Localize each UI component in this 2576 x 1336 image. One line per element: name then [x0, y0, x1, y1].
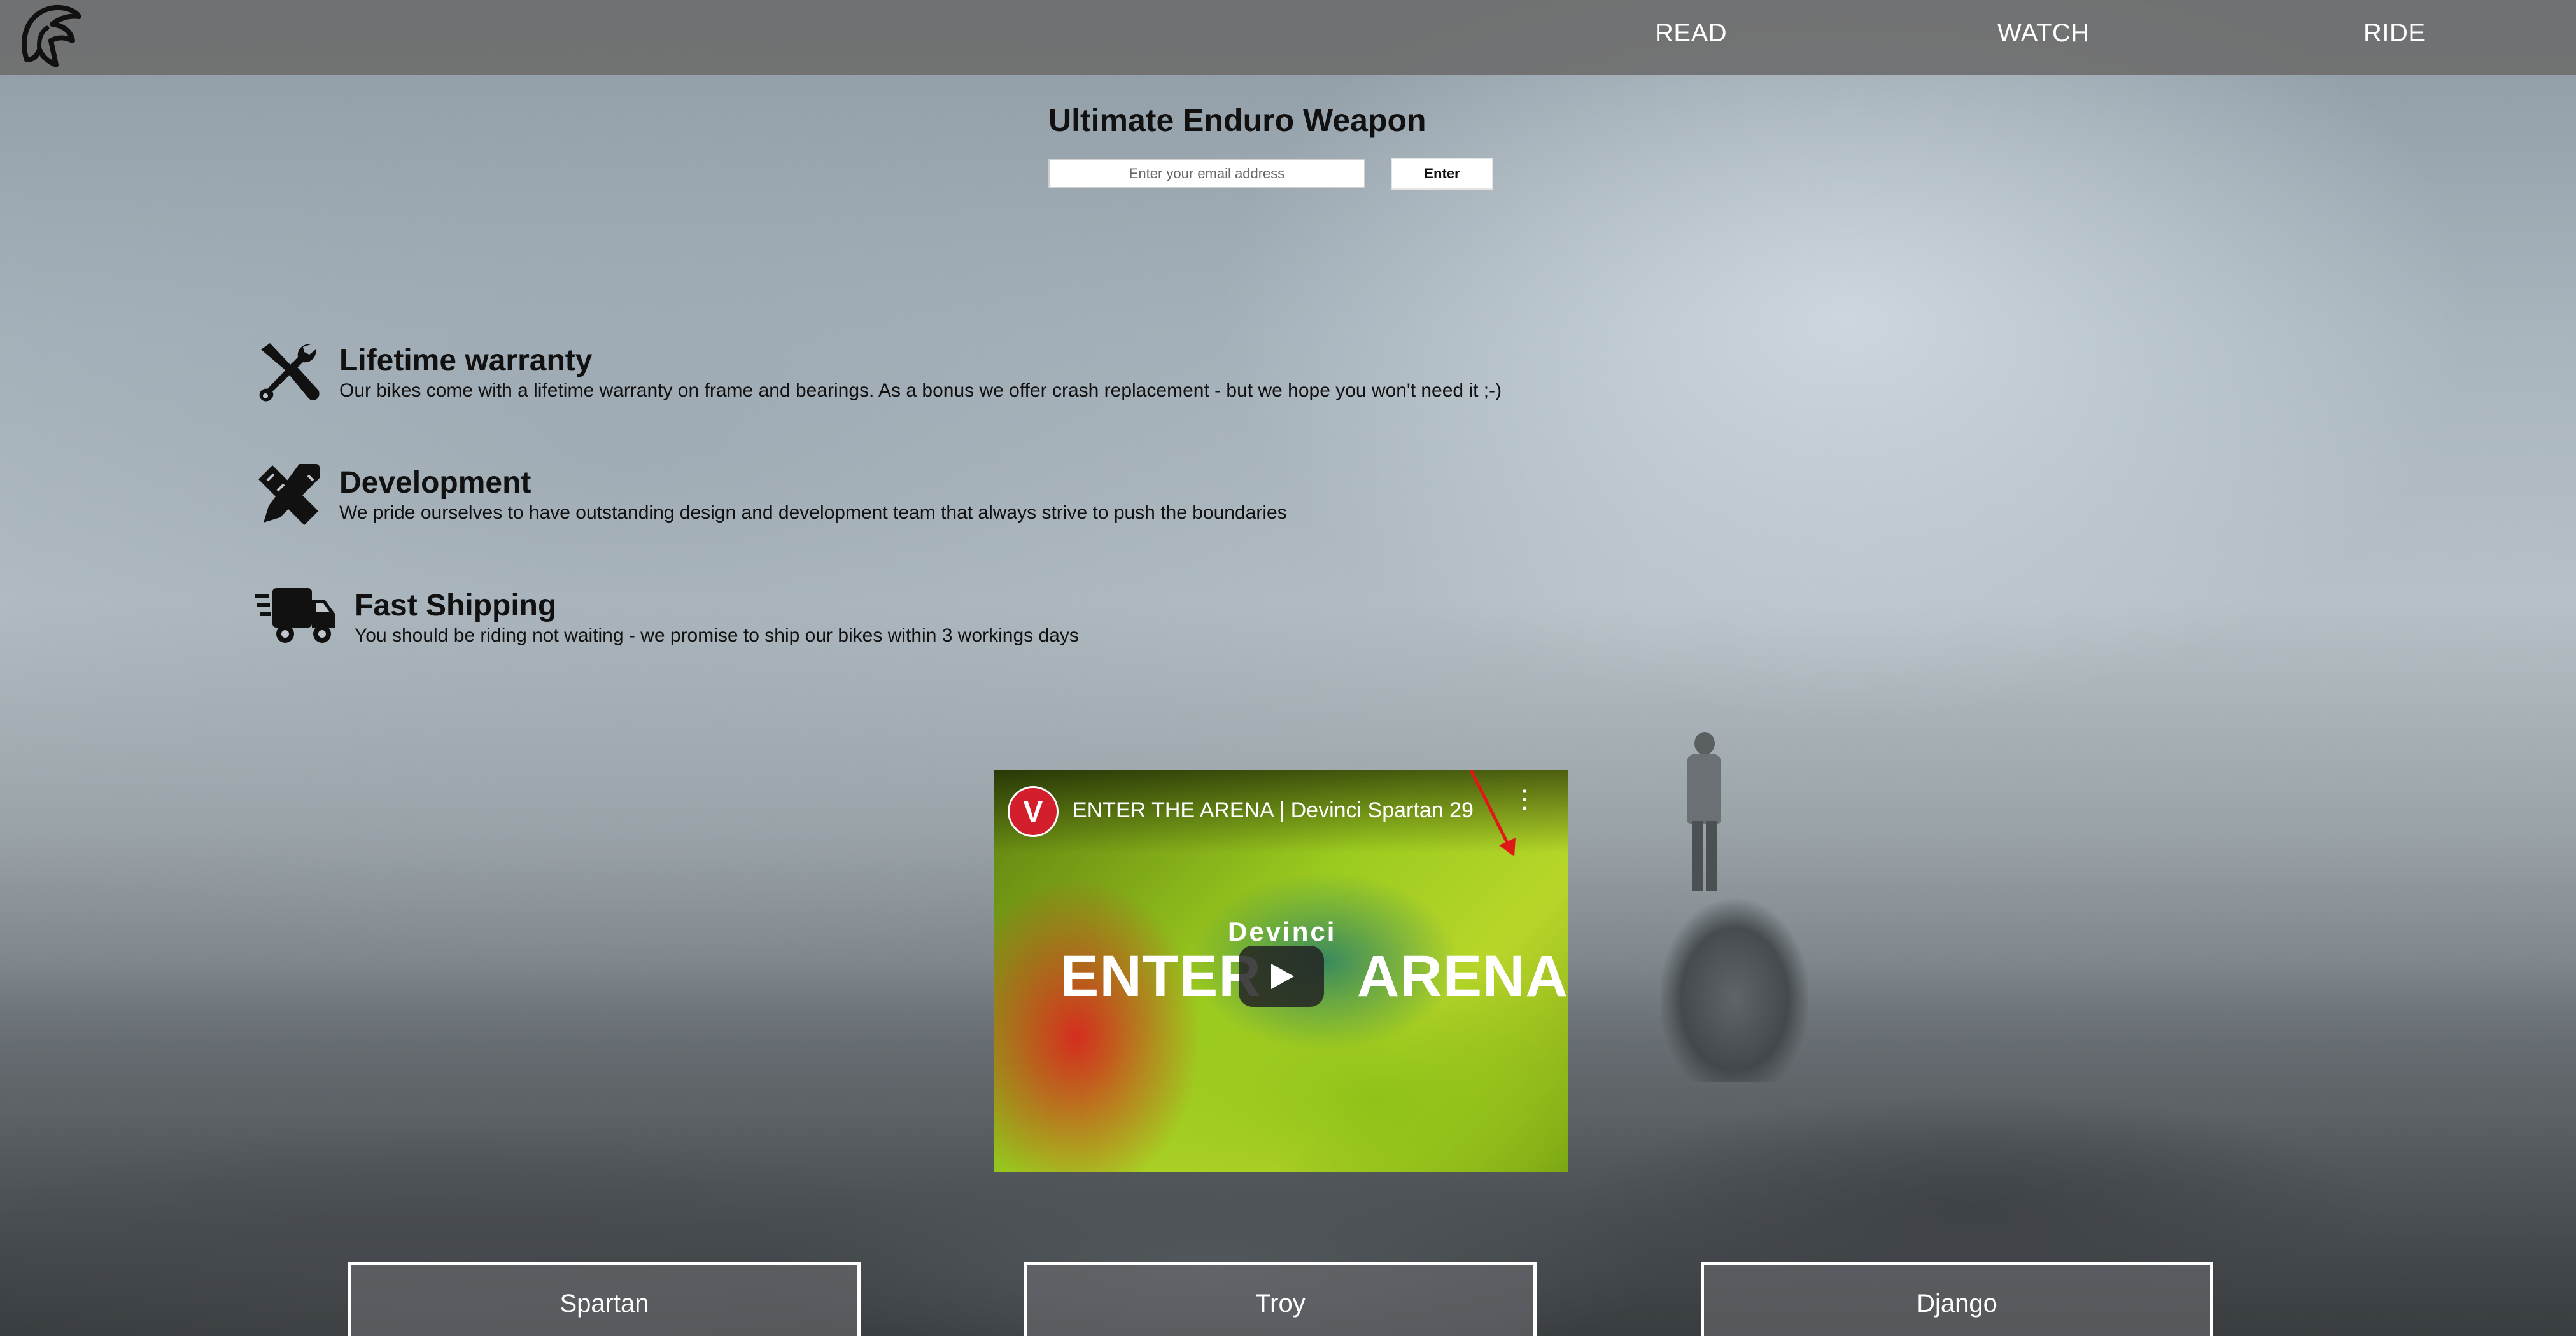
shipping-truck-icon: [255, 584, 335, 648]
bike-button-django[interactable]: Django: [1701, 1262, 2213, 1336]
channel-initial: V: [1023, 795, 1043, 828]
video-player[interactable]: V ENTER THE ARENA | Devinci Spartan 29 ⋮…: [994, 770, 1568, 1172]
play-icon: [1271, 964, 1294, 989]
nav-link-watch[interactable]: WATCH: [1997, 19, 2090, 48]
spartan-helmet-logo-icon[interactable]: [14, 3, 84, 71]
feature-description: Our bikes come with a lifetime warranty …: [339, 380, 1502, 401]
feature-title: Development: [339, 466, 531, 500]
feature-description: You should be riding not waiting - we pr…: [355, 625, 1079, 646]
nav-link-read[interactable]: READ: [1655, 19, 1727, 48]
pencil-ruler-icon: [255, 461, 325, 525]
feature-description: We pride ourselves to have outstanding d…: [339, 502, 1287, 523]
channel-avatar[interactable]: V: [1008, 786, 1059, 837]
background-hiker-figure: [1680, 732, 1725, 897]
tools-icon: [255, 341, 325, 404]
email-input[interactable]: [1048, 159, 1365, 188]
video-brand-text: Devinci: [1228, 917, 1337, 946]
navbar: READ WATCH RIDE: [0, 0, 2576, 75]
feature-title: Fast Shipping: [355, 589, 557, 622]
hero-title: Ultimate Enduro Weapon: [1048, 102, 1426, 138]
red-arrow-icon: [1469, 770, 1516, 857]
bike-button-troy[interactable]: Troy: [1024, 1262, 1537, 1336]
overlay-text-right: ARENA: [1356, 944, 1568, 1009]
nav-link-ride[interactable]: RIDE: [2363, 19, 2426, 48]
bike-button-spartan[interactable]: Spartan: [348, 1262, 861, 1336]
feature-title: Lifetime warranty: [339, 344, 593, 377]
background-cairn: [1661, 891, 1808, 1082]
play-button[interactable]: [1239, 946, 1324, 1007]
overlay-text-left: ENTER: [1060, 944, 1262, 1009]
enter-button[interactable]: Enter: [1391, 158, 1493, 190]
video-title[interactable]: ENTER THE ARENA | Devinci Spartan 29: [1073, 798, 1474, 823]
